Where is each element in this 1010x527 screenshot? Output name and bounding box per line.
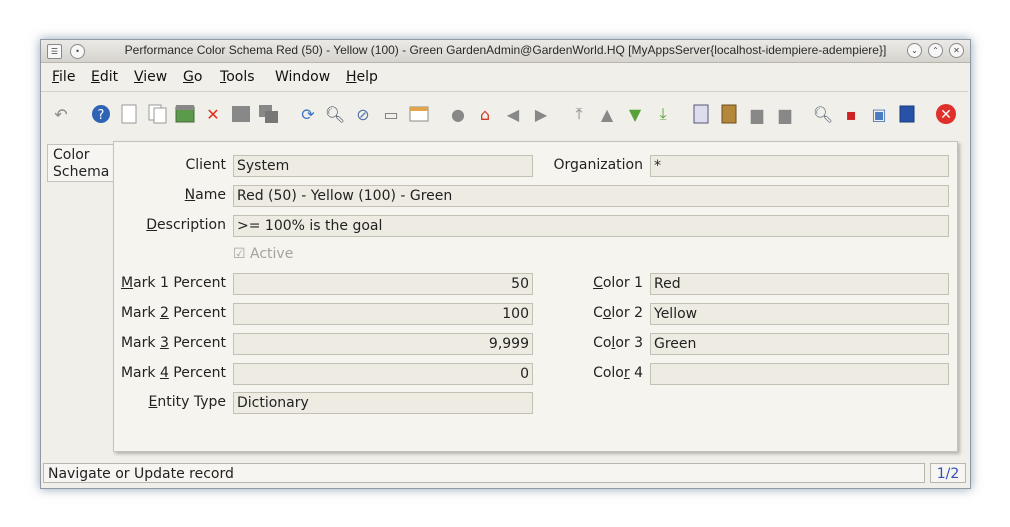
toolbar: ↶ ? ✕ ⟳ 🔍︎ ⊘ ▭ ● ⌂ ◀ ▶ ⤒ ▲ ▼ ⤓ ▆ ▆ 🔍︎ ▪ … bbox=[41, 92, 968, 134]
request-icon[interactable]: ▣ bbox=[868, 103, 890, 125]
zoom-across-icon[interactable]: 🔍︎ bbox=[812, 103, 834, 125]
title-bar: ☰ • Performance Color Schema Red (50) - … bbox=[41, 40, 970, 63]
print-icon[interactable]: ▆ bbox=[774, 103, 796, 125]
client-label: Client bbox=[185, 157, 226, 173]
mark3-field[interactable]: 9,999 bbox=[233, 333, 533, 355]
menu-help[interactable]: Help bbox=[346, 69, 378, 85]
up-record-icon[interactable]: ▲ bbox=[596, 103, 618, 125]
save-icon[interactable] bbox=[174, 103, 196, 125]
menu-view[interactable]: View bbox=[134, 69, 167, 85]
delete-icon[interactable]: ✕ bbox=[202, 103, 224, 125]
record-panel: Client System Organization * Name Red (5… bbox=[113, 141, 958, 452]
close-window-icon[interactable]: ✕ bbox=[949, 43, 964, 58]
home-icon[interactable]: ⌂ bbox=[474, 103, 496, 125]
mark2-label: Mark 2 Percent bbox=[120, 305, 226, 321]
print-preview-icon[interactable]: ▆ bbox=[746, 103, 768, 125]
menu-tools[interactable]: Tools bbox=[220, 69, 255, 85]
new-record-icon[interactable] bbox=[118, 103, 140, 125]
down-record-icon[interactable]: ▼ bbox=[624, 103, 646, 125]
description-label: Description bbox=[146, 217, 226, 233]
color4-label: Color 4 bbox=[593, 365, 643, 381]
archive-icon[interactable] bbox=[718, 103, 740, 125]
status-bar: Navigate or Update record 1/2 bbox=[41, 461, 968, 487]
tab-label-line1: Color bbox=[53, 147, 90, 163]
mark4-field[interactable]: 0 bbox=[233, 363, 533, 385]
multi-window-icon[interactable] bbox=[258, 103, 280, 125]
copy-record-icon[interactable] bbox=[147, 103, 169, 125]
entity-type-label: Entity Type bbox=[148, 394, 227, 410]
svg-text:✕: ✕ bbox=[940, 107, 952, 123]
mark3-label: Mark 3 Percent bbox=[120, 335, 226, 351]
menu-window[interactable]: Window bbox=[275, 69, 330, 85]
color1-field[interactable]: Red bbox=[650, 273, 949, 295]
organization-label: Organization bbox=[553, 157, 643, 173]
menu-go[interactable]: Go bbox=[183, 69, 202, 85]
color1-label: Color 1 bbox=[593, 275, 643, 291]
name-label: Name bbox=[184, 187, 226, 203]
exit-icon[interactable]: ✕ bbox=[935, 103, 957, 125]
active-checkbox[interactable]: ☑ Active bbox=[233, 246, 293, 262]
window-title: Performance Color Schema Red (50) - Yell… bbox=[124, 43, 887, 57]
description-field[interactable]: >= 100% is the goal bbox=[233, 215, 949, 237]
color3-field[interactable]: Green bbox=[650, 333, 949, 355]
maximize-icon[interactable]: ⌃ bbox=[928, 43, 943, 58]
last-record-icon[interactable]: ⤓ bbox=[652, 103, 674, 125]
first-record-icon[interactable]: ⤒ bbox=[568, 103, 590, 125]
organization-field[interactable]: * bbox=[650, 155, 949, 177]
menu-file[interactable]: File bbox=[52, 69, 75, 85]
refresh-icon[interactable]: ⟳ bbox=[297, 103, 319, 125]
client-field[interactable]: System bbox=[233, 155, 533, 177]
report-icon[interactable] bbox=[690, 103, 712, 125]
grid-toggle-icon[interactable] bbox=[230, 103, 252, 125]
mark4-label: Mark 4 Percent bbox=[120, 365, 226, 381]
active-label: Active bbox=[250, 246, 294, 262]
tab-label-line2: Schema bbox=[53, 164, 110, 180]
svg-text:?: ? bbox=[98, 108, 105, 123]
help-icon[interactable]: ? bbox=[90, 103, 112, 125]
status-message: Navigate or Update record bbox=[43, 463, 925, 483]
mark2-field[interactable]: 100 bbox=[233, 303, 533, 325]
attachment-icon[interactable]: ⊘ bbox=[352, 103, 374, 125]
product-info-icon[interactable] bbox=[896, 103, 918, 125]
application-window: ☰ • Performance Color Schema Red (50) - … bbox=[40, 39, 971, 489]
minimize-icon[interactable]: ⌄ bbox=[907, 43, 922, 58]
previous-arrow-icon[interactable]: ◀ bbox=[502, 103, 524, 125]
entity-type-field[interactable]: Dictionary bbox=[233, 392, 533, 414]
color3-label: Color 3 bbox=[593, 335, 643, 351]
menu-icon[interactable]: ● bbox=[447, 103, 469, 125]
next-arrow-icon[interactable]: ▶ bbox=[530, 103, 552, 125]
chat-icon[interactable]: ▭ bbox=[380, 103, 402, 125]
undo-icon[interactable]: ↶ bbox=[50, 103, 72, 125]
menu-bar: File Edit View Go Tools Window Help bbox=[41, 63, 968, 92]
workflow-icon[interactable]: ▪ bbox=[840, 103, 862, 125]
check-icon: ☑ bbox=[233, 246, 246, 262]
tab-color-schema[interactable]: Color Schema bbox=[47, 144, 113, 182]
mark1-label: Mark 1 Percent bbox=[120, 275, 226, 291]
name-field[interactable]: Red (50) - Yellow (100) - Green bbox=[233, 185, 949, 207]
color2-label: Color 2 bbox=[593, 305, 643, 321]
record-counter[interactable]: 1/2 bbox=[930, 463, 966, 483]
menu-edit[interactable]: Edit bbox=[91, 69, 118, 85]
color4-field[interactable] bbox=[650, 363, 949, 385]
color2-field[interactable]: Yellow bbox=[650, 303, 949, 325]
history-icon[interactable] bbox=[408, 103, 430, 125]
mark1-field[interactable]: 50 bbox=[233, 273, 533, 295]
find-icon[interactable]: 🔍︎ bbox=[324, 103, 346, 125]
